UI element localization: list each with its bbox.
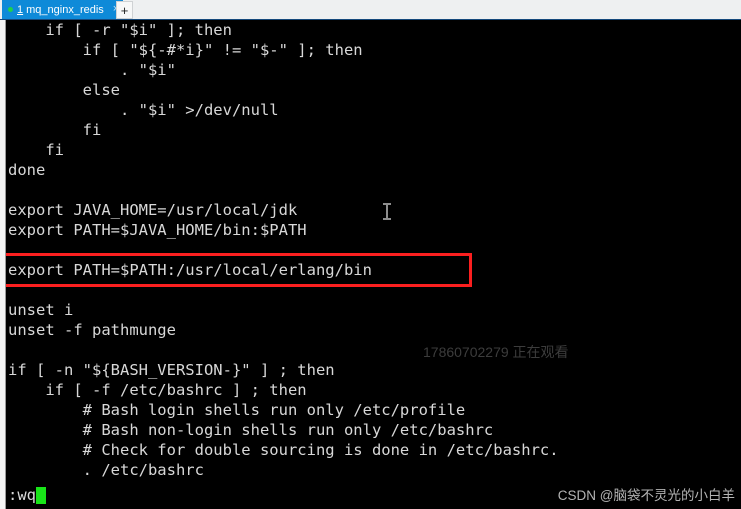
terminal-line: # Check for double sourcing is done in /… xyxy=(8,441,559,459)
terminal-line: . "$i" >/dev/null xyxy=(8,101,279,119)
terminal-window: 1 mq_nginx_redis × + if [ -r "$i" ]; the… xyxy=(0,0,741,509)
terminal-line: if [ "${-#*i}" != "$-" ]; then xyxy=(8,41,363,59)
terminal-line: if [ -f /etc/bashrc ] ; then xyxy=(8,381,307,399)
terminal-screen[interactable]: if [ -r "$i" ]; then if [ "${-#*i}" != "… xyxy=(6,20,741,509)
tab-bar: 1 mq_nginx_redis × + xyxy=(0,0,741,20)
terminal-line: if [ -n "${BASH_VERSION-}" ] ; then xyxy=(8,361,335,379)
terminal-line: fi xyxy=(8,121,102,139)
tab-index-label: 1 xyxy=(17,3,24,16)
terminal-line: . "$i" xyxy=(8,61,176,79)
terminal-line: else xyxy=(8,81,120,99)
terminal-line: if [ -r "$i" ]; then xyxy=(8,21,232,39)
terminal-text-area: if [ -r "$i" ]; then if [ "${-#*i}" != "… xyxy=(6,20,741,480)
vim-status-line: :wq xyxy=(6,484,741,506)
block-cursor xyxy=(36,486,46,504)
terminal-line: fi xyxy=(8,141,64,159)
terminal-line: export PATH=$JAVA_HOME/bin:$PATH xyxy=(8,221,307,239)
vim-command-text: :wq xyxy=(8,486,36,504)
terminal-line: export PATH=$PATH:/usr/local/erlang/bin xyxy=(8,261,372,279)
terminal-line: done xyxy=(8,161,46,179)
terminal-line: # Bash login shells run only /etc/profil… xyxy=(8,401,466,419)
tab-status-dot-icon xyxy=(8,7,13,12)
tab-title-label: mq_nginx_redis xyxy=(26,3,104,16)
terminal-line: export JAVA_HOME=/usr/local/jdk xyxy=(8,201,298,219)
terminal-line: # Bash non-login shells run only /etc/ba… xyxy=(8,421,494,439)
add-tab-button[interactable]: + xyxy=(116,1,133,19)
terminal-line: unset i xyxy=(8,301,74,319)
terminal-line: unset -f pathmunge xyxy=(8,321,176,339)
tab-mq-nginx-redis[interactable]: 1 mq_nginx_redis × xyxy=(2,0,124,19)
terminal-line: . /etc/bashrc xyxy=(8,461,204,479)
